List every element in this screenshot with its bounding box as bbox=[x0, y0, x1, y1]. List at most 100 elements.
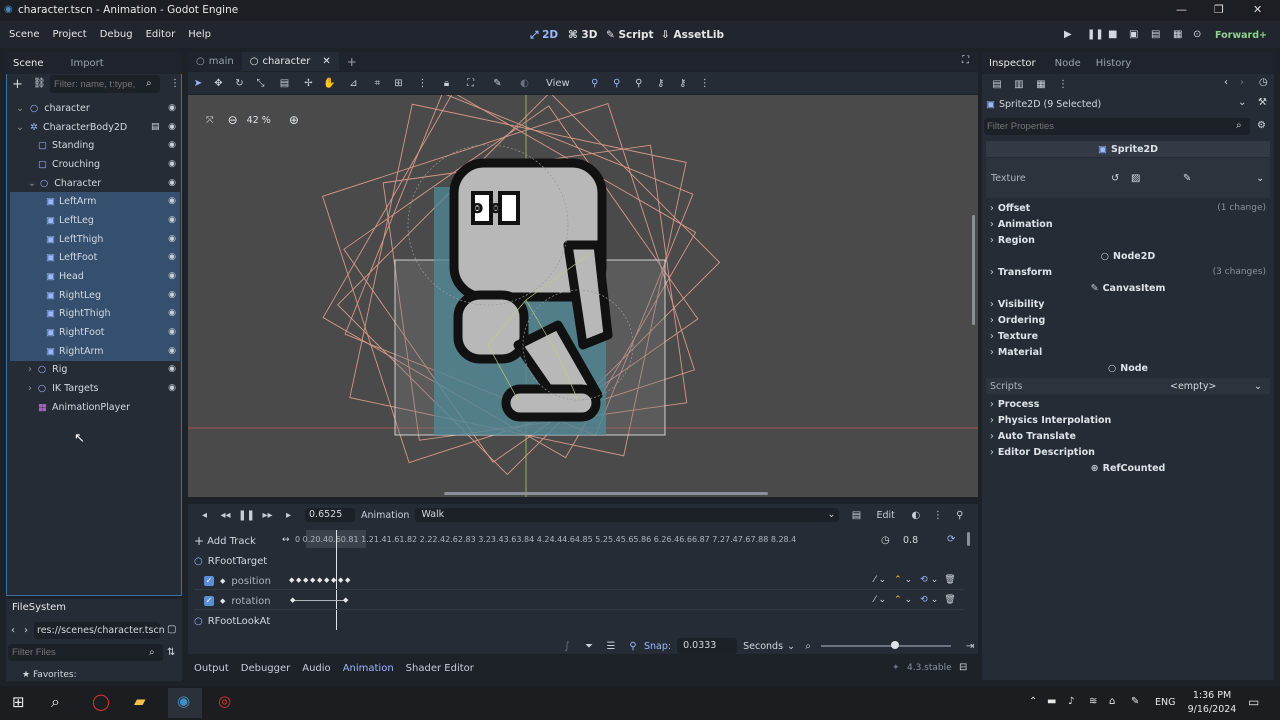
pivot-icon[interactable]: ✢ bbox=[298, 78, 319, 89]
texture-edit-icon[interactable]: ✎ bbox=[1183, 173, 1191, 184]
property-group-visibility[interactable]: › Visibility bbox=[986, 296, 1270, 312]
pause-icon[interactable]: ❚❚ bbox=[1087, 29, 1104, 40]
windows-start-icon[interactable]: ⊞ bbox=[12, 693, 25, 711]
loop-wrap-icon[interactable]: ⟲ bbox=[920, 595, 928, 605]
tree-item-characterbody2d[interactable]: ⌄ ✲ CharacterBody2D ▤ ◉ bbox=[10, 118, 180, 137]
play-scene-icon[interactable]: ▣ bbox=[1129, 29, 1138, 40]
track-rfoottarget[interactable]: ○ RFootTarget bbox=[194, 554, 267, 568]
keyframe[interactable]: ◆ bbox=[324, 576, 329, 584]
opera-browser-icon[interactable]: ◯ bbox=[92, 692, 110, 711]
menu-help[interactable]: Help bbox=[188, 29, 211, 40]
tree-item-animationplayer[interactable]: ▦ AnimationPlayer bbox=[10, 398, 180, 417]
select-mode-icon[interactable]: ➤ bbox=[188, 78, 208, 89]
tab-node[interactable]: Node bbox=[1055, 58, 1081, 69]
tree-item-leftleg[interactable]: ▣ LeftLeg ◉ bbox=[10, 211, 180, 230]
add-track-button[interactable]: + Add Track bbox=[194, 534, 289, 548]
tool-icon[interactable]: ⚒ bbox=[1258, 97, 1267, 108]
tree-item-rightarm[interactable]: ▣ RightArm ◉ bbox=[10, 342, 180, 361]
update-mode-icon[interactable]: ⁄ bbox=[874, 575, 876, 585]
view-menu[interactable]: View bbox=[546, 78, 570, 89]
tree-item-crouching[interactable]: ▢ Crouching ◉ bbox=[10, 155, 180, 174]
back-icon[interactable]: ‹ bbox=[11, 625, 15, 636]
timeline-zoom-slider[interactable] bbox=[821, 641, 952, 649]
bone-icon[interactable]: ✎ bbox=[484, 78, 511, 89]
animation-select[interactable]: Walk ⌄ bbox=[415, 508, 840, 522]
tree-item-standing[interactable]: ▢ Standing ◉ bbox=[10, 136, 180, 155]
snap-unit-select[interactable]: Seconds ⌄ bbox=[743, 641, 795, 652]
key-scale-icon[interactable]: ⚲ bbox=[628, 78, 650, 89]
microphone-icon[interactable]: ⌂ bbox=[1109, 696, 1115, 707]
grid-snap-icon[interactable]: ⊞ bbox=[388, 78, 409, 89]
tree-item-head[interactable]: ▣ Head ◉ bbox=[10, 267, 180, 286]
search-icon[interactable]: ⌕ bbox=[51, 692, 60, 712]
keyframe[interactable]: ◆ bbox=[310, 576, 315, 584]
chevron-down-icon[interactable]: ⌄ bbox=[931, 595, 939, 605]
tab-audio[interactable]: Audio bbox=[302, 663, 330, 674]
property-options-icon[interactable]: ⚙ bbox=[1257, 120, 1266, 131]
chevron-down-icon[interactable]: ⌄ bbox=[905, 575, 913, 585]
animation-time-input[interactable]: 0.6525 bbox=[305, 508, 355, 522]
add-node-icon[interactable]: + bbox=[12, 77, 23, 92]
revert-icon[interactable]: ↺ bbox=[1111, 173, 1119, 184]
record-app-icon[interactable]: ◎ bbox=[218, 692, 231, 710]
chevron-down-icon[interactable]: ⌄ bbox=[1254, 381, 1262, 392]
loop-wrap-icon[interactable]: ⟲ bbox=[920, 575, 928, 585]
tab-inspector[interactable]: Inspector bbox=[989, 58, 1036, 69]
keyframe[interactable]: ◆ bbox=[296, 576, 301, 584]
animation-length[interactable]: 0.8 bbox=[903, 535, 918, 546]
property-group-physics-interpolation[interactable]: › Physics Interpolation bbox=[986, 412, 1270, 428]
group-icon[interactable]: ⛶ bbox=[457, 78, 484, 89]
visibility-icon[interactable]: ◉ bbox=[168, 308, 176, 318]
tab-history[interactable]: History bbox=[1096, 58, 1132, 69]
visibility-icon[interactable]: ◉ bbox=[168, 290, 176, 300]
delete-track-icon[interactable]: 🗑︎ bbox=[944, 595, 955, 605]
menu-project[interactable]: Project bbox=[53, 29, 87, 40]
track-rfootlookat[interactable]: ○ RFootLookAt bbox=[194, 614, 270, 628]
zoom-in-icon[interactable]: ⊕ bbox=[289, 113, 299, 127]
pan-icon[interactable]: ✋ bbox=[319, 78, 340, 89]
interpolation-icon[interactable]: ⌃ bbox=[894, 595, 902, 605]
bezier-icon[interactable]: ∫ bbox=[556, 641, 578, 652]
remote-debug-icon[interactable]: ⊙ bbox=[1193, 29, 1201, 40]
chevron-down-icon[interactable]: ⌄ bbox=[905, 595, 913, 605]
play-from-start-icon[interactable]: ▸▸ bbox=[257, 510, 278, 521]
animation-menu-icon[interactable]: ▤ bbox=[845, 510, 867, 521]
play-backwards-from-end-icon[interactable]: ◂ bbox=[194, 510, 215, 521]
open-resource-icon[interactable]: ▥ bbox=[1008, 79, 1030, 90]
menu-debug[interactable]: Debug bbox=[100, 29, 133, 40]
visibility-icon[interactable]: ◉ bbox=[168, 103, 176, 113]
chevron-down-icon[interactable]: ⌄ bbox=[879, 595, 887, 605]
visibility-icon[interactable]: ◉ bbox=[168, 383, 176, 393]
keyframe[interactable]: ◆ bbox=[345, 576, 350, 584]
track-enabled-checkbox[interactable]: ✓ bbox=[204, 576, 214, 586]
zoom-level[interactable]: 42 % bbox=[247, 115, 271, 126]
property-group-auto-translate[interactable]: › Auto Translate bbox=[986, 428, 1270, 444]
menu-scene[interactable]: Scene bbox=[9, 29, 40, 40]
filesystem-path[interactable]: res://scenes/character.tscn bbox=[34, 622, 165, 639]
panel-layout-icon[interactable]: ⊟ bbox=[959, 662, 967, 673]
tree-item-rightthigh[interactable]: ▣ RightThigh ◉ bbox=[10, 304, 180, 323]
visibility-icon[interactable]: ◉ bbox=[168, 364, 176, 374]
snap-options-icon[interactable]: ⋮ bbox=[409, 78, 436, 89]
keyframe[interactable]: ◆ bbox=[343, 596, 348, 604]
distraction-free-icon[interactable]: ⛶ bbox=[962, 55, 969, 66]
workspace-assetlib[interactable]: ⇩ AssetLib bbox=[661, 29, 724, 41]
visibility-icon[interactable]: ◉ bbox=[168, 140, 176, 150]
track-position[interactable]: ✓ ◆ position bbox=[204, 574, 271, 588]
tree-item-rightleg[interactable]: ▣ RightLeg ◉ bbox=[10, 286, 180, 305]
lock-icon[interactable]: 🔒︎ bbox=[436, 78, 457, 89]
texture-preview-icon[interactable]: ▨ bbox=[1131, 173, 1140, 184]
history-back-icon[interactable]: ‹ bbox=[1224, 77, 1228, 88]
collapse-icon[interactable]: ⌄ bbox=[28, 178, 36, 189]
expand-icon[interactable]: › bbox=[28, 383, 32, 394]
move-mode-icon[interactable]: ✥ bbox=[208, 78, 229, 89]
visibility-icon[interactable]: ◉ bbox=[168, 346, 176, 356]
key-auto-icon[interactable]: ⚷ bbox=[672, 78, 694, 89]
chevron-down-icon[interactable]: ⌄ bbox=[931, 575, 939, 585]
history-forward-icon[interactable]: › bbox=[1240, 77, 1244, 88]
key-position-icon[interactable]: ⚲ bbox=[584, 78, 606, 89]
tab-debugger[interactable]: Debugger bbox=[241, 663, 291, 674]
key-rotation-icon[interactable]: ⚲ bbox=[606, 78, 628, 89]
keyframe[interactable]: ◆ bbox=[289, 576, 294, 584]
edit-menu[interactable]: Edit bbox=[876, 510, 894, 521]
